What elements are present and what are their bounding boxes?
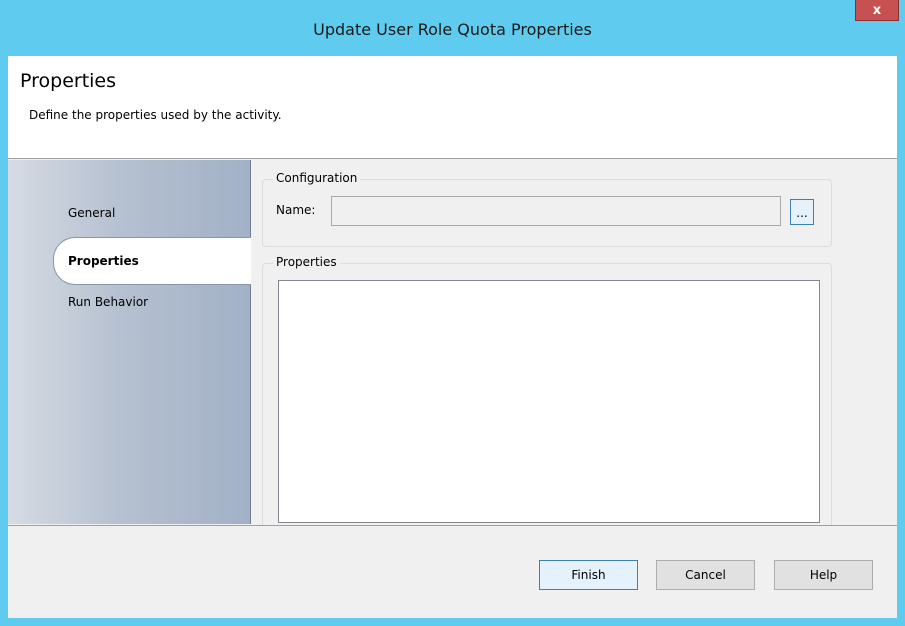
help-button[interactable]: Help bbox=[774, 560, 873, 590]
page-header: Properties Define the properties used by… bbox=[8, 56, 897, 159]
properties-group: Properties bbox=[262, 255, 832, 532]
button-bar: Finish Cancel Help bbox=[8, 525, 897, 618]
content-panel: Configuration Name: ... Properties bbox=[252, 160, 897, 532]
page-subtitle: Define the properties used by the activi… bbox=[29, 108, 282, 122]
sidebar-item-general[interactable]: General bbox=[68, 206, 115, 220]
properties-group-label: Properties bbox=[273, 255, 340, 269]
window-title: Update User Role Quota Properties bbox=[313, 20, 592, 39]
finish-button[interactable]: Finish bbox=[539, 560, 638, 590]
name-field[interactable] bbox=[331, 196, 781, 226]
properties-list[interactable] bbox=[278, 280, 820, 523]
configuration-group-label: Configuration bbox=[273, 171, 361, 185]
page-title: Properties bbox=[20, 70, 117, 92]
close-button[interactable]: x bbox=[855, 0, 899, 21]
close-icon: x bbox=[872, 2, 882, 18]
name-label: Name: bbox=[276, 203, 316, 217]
sidebar-item-run-behavior[interactable]: Run Behavior bbox=[68, 295, 148, 309]
title-bar[interactable]: Update User Role Quota Properties x bbox=[0, 0, 905, 56]
sidebar-item-label: Properties bbox=[68, 254, 139, 268]
cancel-button[interactable]: Cancel bbox=[656, 560, 755, 590]
sidebar-item-properties[interactable]: Properties bbox=[53, 237, 251, 285]
configuration-group: Configuration Name: ... bbox=[262, 171, 832, 247]
dialog-window: Update User Role Quota Properties x Prop… bbox=[0, 0, 905, 626]
sidebar-nav: General Properties Run Behavior bbox=[8, 160, 251, 524]
dialog-client-area: Properties Define the properties used by… bbox=[8, 56, 897, 618]
browse-button[interactable]: ... bbox=[790, 199, 814, 225]
